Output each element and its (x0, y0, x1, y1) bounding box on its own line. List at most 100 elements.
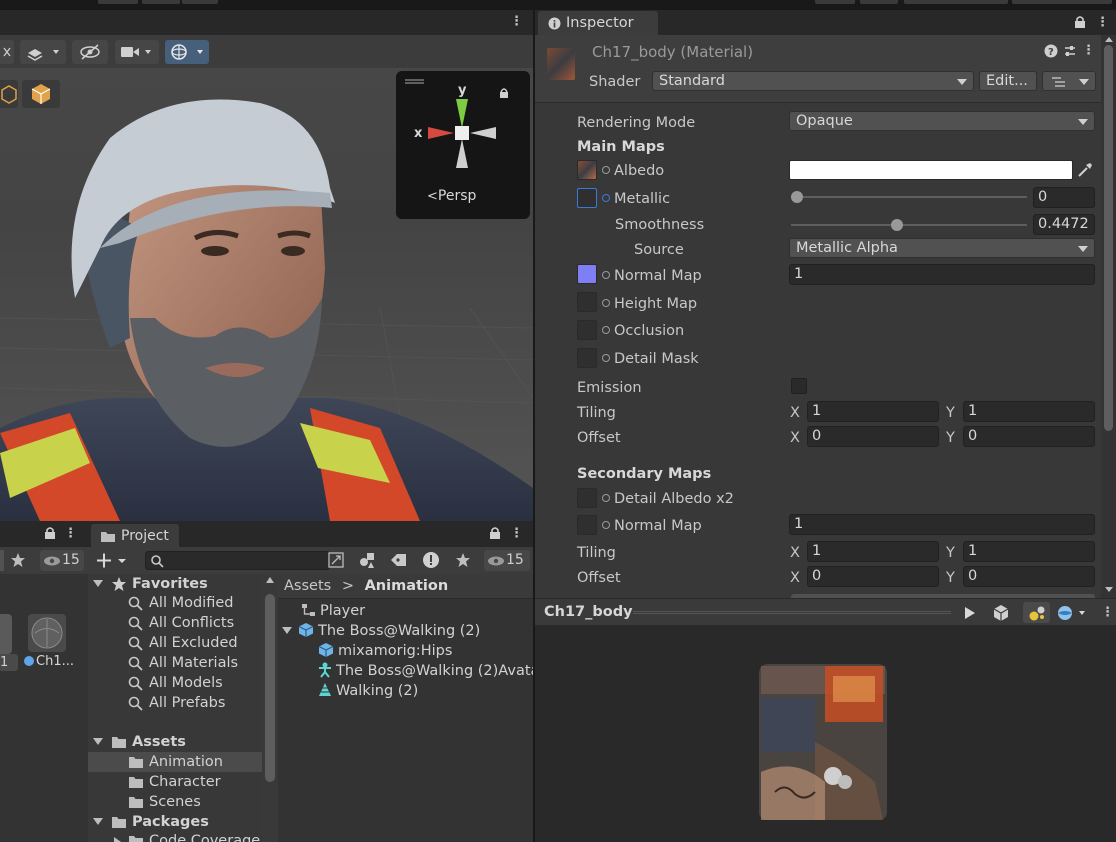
expand-arrow-icon[interactable] (282, 627, 292, 634)
pick-target-icon[interactable] (602, 494, 610, 502)
scrollbar-thumb[interactable] (265, 594, 275, 782)
tree-scrollbar[interactable] (262, 574, 278, 842)
toolbar-button[interactable] (815, 0, 855, 4)
visibility-count-button[interactable]: 15 (40, 550, 84, 571)
expand-arrow-icon[interactable] (93, 580, 103, 587)
toolbar-button[interactable] (1012, 0, 1112, 4)
offset-x-field[interactable]: 0 (807, 426, 939, 447)
asset-thumbnail-ch17[interactable] (28, 614, 66, 652)
albedo-texture-slot[interactable] (577, 160, 597, 180)
emission-checkbox[interactable] (791, 378, 807, 394)
tree-favorite-item[interactable]: All Models (88, 673, 262, 693)
toolbar-button[interactable] (860, 0, 898, 4)
visibility-count-button[interactable]: 15 (484, 550, 530, 571)
pick-target-icon[interactable] (602, 194, 610, 202)
orientation-gizmo[interactable]: y x <Persp (396, 71, 530, 219)
more-options-icon[interactable]: ⋮ (1082, 44, 1095, 58)
toolbar-button[interactable] (98, 0, 138, 4)
normal-map-texture-slot[interactable] (577, 264, 597, 284)
tree-favorite-item[interactable]: All Prefabs (88, 693, 262, 713)
inspector-scrollbar[interactable] (1101, 35, 1116, 598)
detail-normal-texture-slot[interactable] (577, 515, 597, 535)
shader-options-dropdown[interactable] (1042, 71, 1096, 91)
pick-target-icon[interactable] (602, 326, 610, 334)
favorite-star-icon[interactable] (455, 552, 471, 572)
tree-package-item[interactable]: Code Coverage (88, 831, 262, 842)
preview-header[interactable]: Ch17_body ⋮ (535, 598, 1116, 626)
height-map-texture-slot[interactable] (577, 292, 597, 312)
expand-arrow-icon[interactable] (93, 738, 103, 745)
eyedropper-icon[interactable] (1075, 160, 1095, 180)
pick-target-icon[interactable] (602, 271, 610, 279)
tab-project[interactable]: Project (91, 524, 179, 547)
metallic-texture-slot[interactable] (577, 188, 597, 208)
gizmos-dropdown[interactable] (165, 40, 209, 64)
more-options-icon[interactable]: ⋮ (1101, 606, 1114, 620)
preview-lighting-button[interactable] (1023, 602, 1050, 623)
shader-dropdown[interactable]: Standard (652, 71, 974, 91)
tiling-x-field[interactable]: 1 (807, 401, 939, 422)
toolbar-button[interactable] (142, 0, 180, 4)
preset-icon[interactable] (1063, 44, 1077, 62)
asset-item-animation-clip[interactable]: Walking (2) (318, 681, 418, 701)
detail-albedo-texture-slot[interactable] (577, 488, 597, 508)
pick-target-icon[interactable] (602, 521, 610, 529)
toolbar-button[interactable] (904, 0, 1008, 4)
edit-shader-button[interactable]: Edit... (979, 71, 1037, 91)
smoothness-value-field[interactable]: 0.4472 (1033, 214, 1095, 235)
breadcrumb-root[interactable]: Assets (284, 578, 331, 594)
pick-target-icon[interactable] (602, 354, 610, 362)
expand-arrow-icon[interactable] (114, 837, 121, 842)
slider-knob[interactable] (791, 191, 803, 203)
lock-icon[interactable] (44, 526, 56, 544)
smoothness-source-dropdown[interactable]: Metallic Alpha (789, 238, 1095, 258)
detail-normal-scale-field[interactable]: 1 (789, 514, 1095, 535)
warning-filter-icon[interactable] (422, 551, 440, 573)
favorite-star-icon[interactable] (10, 552, 26, 572)
tool-button[interactable] (0, 40, 14, 64)
secondary-offset-y-field[interactable]: 0 (963, 566, 1095, 587)
lock-icon[interactable] (489, 526, 501, 544)
scene-viewport[interactable]: y x <Persp (0, 68, 533, 521)
occlusion-texture-slot[interactable] (577, 320, 597, 340)
tree-packages[interactable]: Packages (88, 812, 262, 832)
tree-favorite-item[interactable]: All Materials (88, 653, 262, 673)
search-options-icon[interactable] (328, 552, 344, 572)
more-options-icon[interactable]: ⋮ (1096, 16, 1109, 30)
filter-by-type-icon[interactable] (358, 551, 376, 573)
asset-item-hips[interactable]: mixamorig:Hips (318, 641, 452, 661)
more-options-icon[interactable]: ⋮ (510, 15, 523, 29)
normal-map-scale-field[interactable]: 1 (789, 264, 1095, 285)
slider-knob[interactable] (891, 219, 903, 231)
asset-thumbnail[interactable] (0, 614, 12, 654)
offset-y-field[interactable]: 0 (963, 426, 1095, 447)
projection-toggle[interactable]: <Persp (427, 188, 476, 204)
create-button[interactable] (93, 550, 131, 571)
tree-assets[interactable]: Assets (88, 732, 262, 752)
more-options-icon[interactable]: ⋮ (510, 527, 523, 541)
material-preview[interactable] (535, 626, 1116, 842)
asset-item-player[interactable]: Player (301, 601, 365, 621)
smoothness-slider[interactable] (791, 218, 1027, 232)
asset-item-avatar[interactable]: The Boss@Walking (2)Avatar (318, 661, 533, 681)
textured-mode-button[interactable] (22, 80, 60, 108)
tree-favorite-item[interactable]: All Modified (88, 593, 262, 613)
expand-arrow-icon[interactable] (93, 818, 103, 825)
tiling-y-field[interactable]: 1 (963, 401, 1095, 422)
filter-by-label-icon[interactable] (390, 552, 408, 572)
scroll-up-icon[interactable] (1105, 37, 1113, 42)
lock-icon[interactable] (1074, 15, 1086, 33)
tree-folder-animation[interactable]: Animation (88, 752, 262, 772)
camera-dropdown[interactable] (115, 40, 159, 64)
pick-target-icon[interactable] (602, 166, 610, 174)
tree-favorite-item[interactable]: All Excluded (88, 633, 262, 653)
more-options-icon[interactable]: ⋮ (64, 527, 77, 541)
drag-handle[interactable] (633, 611, 951, 614)
metallic-value-field[interactable]: 0 (1033, 187, 1095, 208)
albedo-color-field[interactable] (789, 160, 1073, 180)
detail-mask-texture-slot[interactable] (577, 348, 597, 368)
tree-favorites[interactable]: Favorites (88, 574, 262, 594)
layers-dropdown[interactable] (20, 40, 66, 64)
shaded-mode-button[interactable] (0, 80, 18, 108)
help-icon[interactable]: ? (1044, 44, 1058, 62)
